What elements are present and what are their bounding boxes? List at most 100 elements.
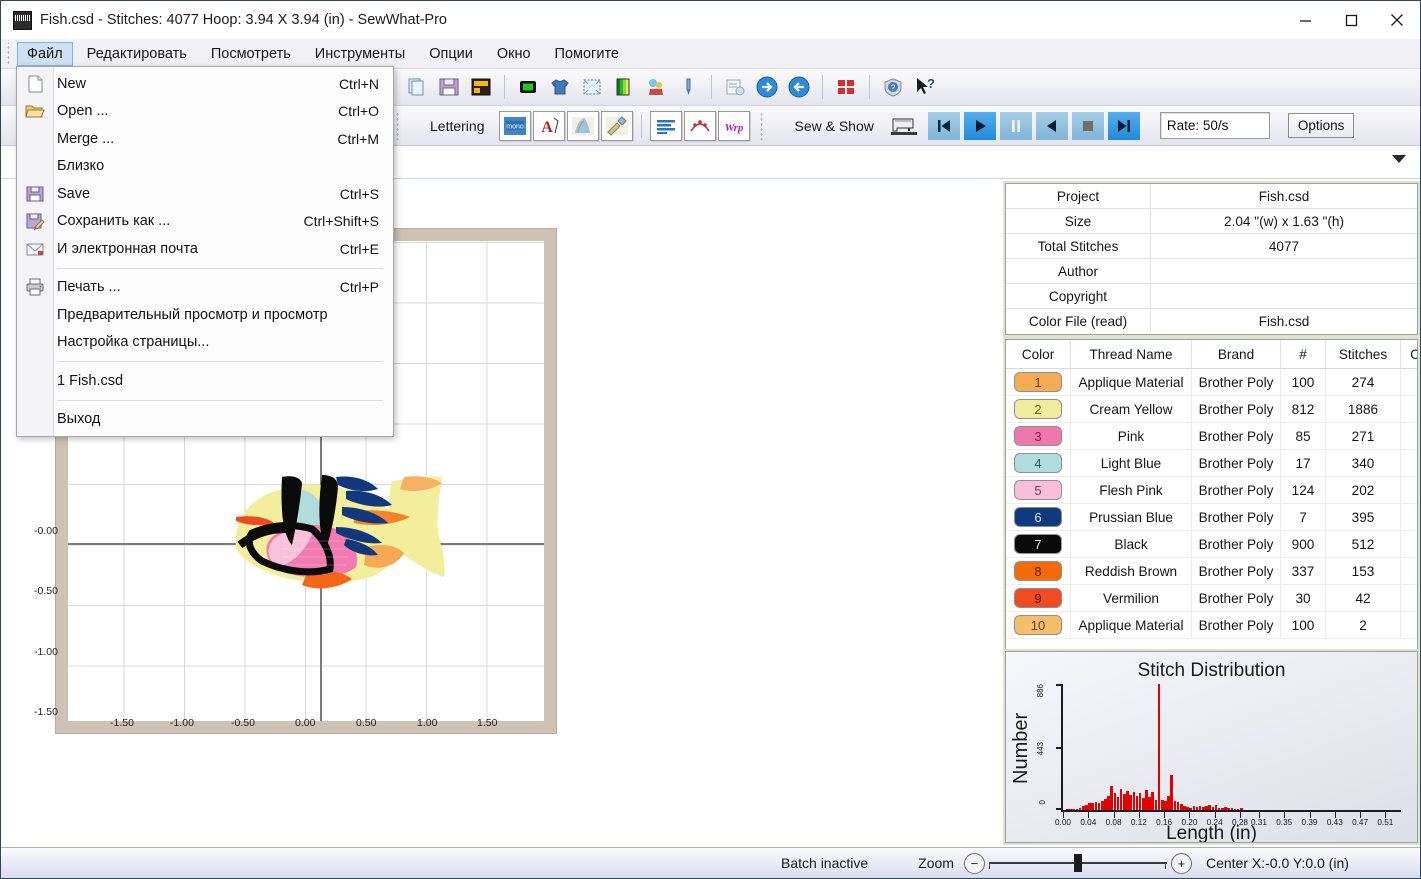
copy-icon[interactable] — [402, 72, 432, 102]
menu-tools[interactable]: Инструменты — [305, 42, 415, 66]
table-row[interactable]: 2 Cream Yellow Brother Poly 812 1886 — [1006, 395, 1417, 423]
text-lines-icon[interactable] — [650, 110, 683, 141]
tshirt-icon[interactable] — [545, 72, 575, 102]
thread-color-cell[interactable]: 3 — [1006, 422, 1071, 450]
toolbar-grip-2[interactable] — [760, 111, 766, 140]
color-bars-icon[interactable] — [609, 72, 639, 102]
minimize-icon[interactable] — [1282, 1, 1328, 39]
file-menu-item[interactable]: Save Ctrl+S — [17, 180, 393, 208]
memory-card-icon[interactable] — [466, 72, 496, 102]
stop-icon[interactable] — [1071, 111, 1104, 140]
th-stitches[interactable]: Stitches — [1325, 340, 1401, 369]
thread-color-cell[interactable]: 2 — [1006, 395, 1071, 423]
color-swatch[interactable]: 10 — [1014, 615, 1062, 635]
menu-edit[interactable]: Редактировать — [77, 42, 197, 66]
thread-color-cell[interactable]: 7 — [1006, 530, 1071, 558]
chevron-down-icon[interactable] — [1392, 155, 1406, 163]
color-swatch[interactable]: 7 — [1014, 534, 1062, 554]
thread-color-cell[interactable]: 8 — [1006, 557, 1071, 585]
needle-icon[interactable] — [673, 72, 703, 102]
thread-color-cell[interactable]: 5 — [1006, 476, 1071, 504]
monogram-icon[interactable]: mono — [499, 110, 532, 141]
table-row[interactable]: 4 Light Blue Brother Poly 17 340 — [1006, 449, 1417, 477]
file-menu-item[interactable]: Выход — [17, 406, 393, 434]
file-menu-item[interactable]: Предварительный просмотр и просмотр — [17, 301, 393, 329]
color-swatch[interactable]: 6 — [1014, 507, 1062, 527]
file-menu-item[interactable]: New Ctrl+N — [17, 70, 393, 98]
report-icon[interactable] — [720, 72, 750, 102]
file-menu-item[interactable]: Печать ... Ctrl+P — [17, 274, 393, 302]
warp-text-icon[interactable]: Wrp — [718, 110, 751, 141]
zoom-tick-right — [1164, 863, 1166, 869]
th-number[interactable]: # — [1280, 340, 1326, 369]
thread-color-cell[interactable]: 4 — [1006, 449, 1071, 477]
file-menu-item[interactable]: Сохранить как ... Ctrl+Shift+S — [17, 208, 393, 236]
previous-arrow-icon[interactable] — [784, 72, 814, 102]
play-icon[interactable] — [963, 111, 996, 140]
frame-icon[interactable] — [577, 72, 607, 102]
table-row[interactable]: 3 Pink Brother Poly 85 271 — [1006, 422, 1417, 450]
thread-color-cell[interactable]: 10 — [1006, 611, 1071, 639]
file-menu-item[interactable]: 1 Fish.csd — [17, 367, 393, 395]
table-row[interactable]: 10 Applique Material Brother Poly 100 2 — [1006, 611, 1417, 639]
skip-start-icon[interactable] — [927, 111, 960, 140]
skip-end-icon[interactable] — [1107, 111, 1140, 140]
pause-icon[interactable] — [999, 111, 1032, 140]
close-icon[interactable] — [1374, 1, 1420, 39]
maximize-icon[interactable] — [1328, 1, 1374, 39]
arc-text-icon[interactable] — [684, 110, 717, 141]
th-color[interactable]: Color — [1006, 340, 1071, 369]
color-swatch[interactable]: 8 — [1014, 561, 1062, 581]
rate-field[interactable]: Rate: 50/s — [1159, 112, 1270, 139]
context-help-icon[interactable]: ? — [910, 72, 940, 102]
th-thread-name[interactable]: Thread Name — [1070, 340, 1192, 369]
color-swatch[interactable]: 5 — [1014, 480, 1062, 500]
thread-color-cell[interactable]: 6 — [1006, 503, 1071, 531]
table-row[interactable]: 5 Flesh Pink Brother Poly 124 202 — [1006, 476, 1417, 504]
menu-view[interactable]: Посмотреть — [201, 42, 301, 66]
table-row[interactable]: 1 Applique Material Brother Poly 100 274 — [1006, 368, 1417, 396]
color-swatch[interactable]: 9 — [1014, 588, 1062, 608]
zoom-out-button[interactable]: − — [963, 852, 985, 874]
zoom-in-button[interactable]: + — [1170, 852, 1192, 874]
sewing-machine-icon[interactable] — [889, 111, 919, 141]
menu-help[interactable]: Помогите — [545, 42, 629, 66]
chart-ytick-max: 886 — [1036, 684, 1045, 698]
menubar-grip[interactable] — [5, 42, 13, 65]
step-back-icon[interactable] — [1035, 111, 1068, 140]
table-row[interactable]: 7 Black Brother Poly 900 512 — [1006, 530, 1417, 558]
letter-a-icon[interactable]: A — [533, 110, 566, 141]
color-swatch[interactable]: 2 — [1014, 399, 1062, 419]
file-menu-item[interactable]: Open ... Ctrl+O — [17, 98, 393, 126]
svg-text:?: ? — [891, 84, 896, 93]
file-menu-item[interactable]: Близко — [17, 153, 393, 181]
table-row[interactable]: 6 Prussian Blue Brother Poly 7 395 — [1006, 503, 1417, 531]
color-swatch[interactable]: 3 — [1014, 426, 1062, 446]
zoom-slider-thumb[interactable] — [1073, 854, 1082, 872]
color-swatch[interactable]: 1 — [1014, 372, 1062, 392]
menu-options[interactable]: Опции — [419, 42, 483, 66]
toolbar-grip[interactable] — [396, 111, 401, 140]
menu-window[interactable]: Окно — [487, 42, 541, 66]
th-brand[interactable]: Brand — [1191, 340, 1281, 369]
thread-color-cell[interactable]: 1 — [1006, 368, 1071, 396]
hoop-green-icon[interactable] — [513, 72, 543, 102]
file-menu-item[interactable]: И электронная почта Ctrl+E — [17, 235, 393, 263]
table-row[interactable]: 9 Vermilion Brother Poly 30 42 — [1006, 584, 1417, 612]
table-row[interactable]: 8 Reddish Brown Brother Poly 337 153 — [1006, 557, 1417, 585]
help-shield-icon[interactable]: ? — [878, 72, 908, 102]
options-button[interactable]: Options — [1287, 113, 1355, 138]
edit-design-icon[interactable] — [601, 110, 634, 141]
th-extra[interactable]: C — [1400, 340, 1417, 369]
file-menu-item[interactable]: Настройка страницы... — [17, 329, 393, 357]
file-menu-item[interactable]: Merge ... Ctrl+M — [17, 125, 393, 153]
applique-icon[interactable] — [567, 110, 600, 141]
save-disk-icon[interactable] — [434, 72, 464, 102]
thread-color-cell[interactable]: 9 — [1006, 584, 1071, 612]
four-squares-icon[interactable] — [831, 72, 861, 102]
next-arrow-icon[interactable] — [752, 72, 782, 102]
menu-file[interactable]: Файл — [17, 41, 73, 66]
design-edit-icon[interactable] — [641, 72, 671, 102]
zoom-slider[interactable] — [988, 854, 1167, 872]
color-swatch[interactable]: 4 — [1014, 453, 1062, 473]
